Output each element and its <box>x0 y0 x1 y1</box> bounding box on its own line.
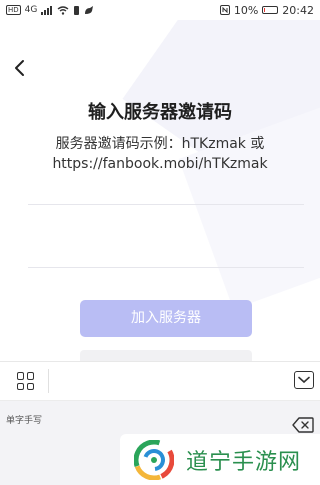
back-arrow-icon[interactable] <box>10 58 30 78</box>
cellular-signal-icon <box>41 5 53 15</box>
signal-label: 4G <box>24 5 38 15</box>
battery-icon <box>262 6 279 14</box>
status-bar: HD 4G 10% 20:42 <box>0 0 320 20</box>
toolbar-divider <box>48 369 49 393</box>
wifi-icon <box>57 5 69 15</box>
notification-icon <box>74 5 80 15</box>
battery-percent: 10% <box>233 3 259 17</box>
hint-line: https://fanbook.mobi/hTKzmak <box>52 156 268 172</box>
status-right: 10% 20:42 <box>219 3 314 17</box>
divider <box>28 204 304 205</box>
backspace-icon[interactable] <box>292 417 314 433</box>
invite-code-hint: 服务器邀请码示例：hTKzmak 或 https://fanbook.mobi/… <box>0 134 320 174</box>
page-title: 输入服务器邀请码 <box>88 102 232 123</box>
chevron-down-icon <box>298 376 310 384</box>
input-underline <box>28 267 304 268</box>
nfc-icon <box>219 5 230 15</box>
hd-badge: HD <box>6 5 21 15</box>
invite-code-input[interactable] <box>28 212 304 252</box>
hint-line: 服务器邀请码示例：hTKzmak 或 <box>55 136 265 152</box>
collapse-keyboard-button[interactable] <box>294 371 314 389</box>
keyboard-toolbar <box>0 361 320 401</box>
clock: 20:42 <box>282 3 314 17</box>
watermark: 道宁手游网 <box>120 434 320 485</box>
app-notification-icon <box>85 5 94 14</box>
status-left: HD 4G <box>6 5 94 15</box>
handwriting-mode-label: 单字手写 <box>6 416 43 426</box>
join-server-button[interactable]: 加入服务器 <box>80 300 252 337</box>
watermark-logo-icon <box>134 439 174 480</box>
watermark-text: 道宁手游网 <box>186 449 302 475</box>
app-grid-icon[interactable] <box>17 372 35 390</box>
